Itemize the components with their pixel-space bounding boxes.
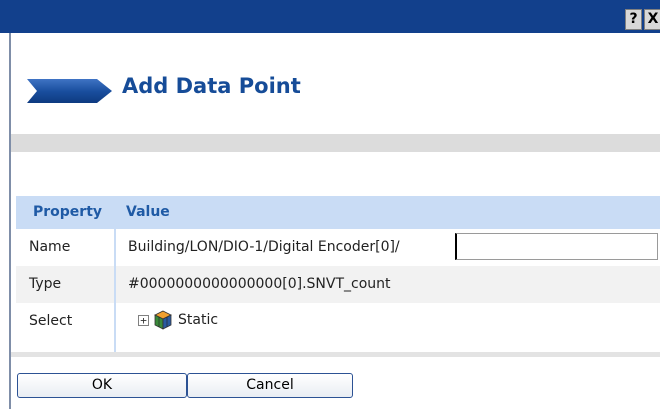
type-value: #0000000000000000[0].SNVT_count — [128, 276, 391, 292]
chevron-banner-icon — [27, 79, 112, 103]
cube-icon[interactable] — [153, 310, 173, 330]
table-row-select: Select + Static — [16, 303, 660, 340]
name-input[interactable] — [455, 233, 658, 260]
table-row-name: Name Building/LON/DIO-1/Digital Encoder[… — [16, 229, 660, 266]
dialog-title: Add Data Point — [122, 74, 301, 98]
name-path-prefix: Building/LON/DIO-1/Digital Encoder[0]/ — [128, 239, 400, 255]
column-header-property: Property — [33, 204, 103, 220]
column-divider — [114, 196, 116, 352]
table-header: Property Value — [16, 196, 660, 229]
cancel-button[interactable]: Cancel — [187, 373, 353, 398]
dialog-header: Add Data Point — [27, 70, 447, 110]
table-row-type: Type #0000000000000000[0].SNVT_count — [16, 266, 660, 303]
tree-node-static[interactable]: Static — [178, 312, 218, 328]
window-titlebar: ? X — [0, 0, 660, 33]
row-label-name: Name — [29, 239, 71, 255]
close-button[interactable]: X — [644, 9, 660, 30]
help-button[interactable]: ? — [625, 9, 642, 30]
ok-button[interactable]: OK — [17, 373, 187, 398]
row-label-select: Select — [29, 313, 73, 329]
row-label-type: Type — [29, 276, 62, 292]
tree-expand-icon[interactable]: + — [138, 315, 149, 326]
footer-separator — [11, 352, 660, 357]
separator-bar — [11, 134, 660, 152]
column-header-value: Value — [126, 204, 170, 220]
